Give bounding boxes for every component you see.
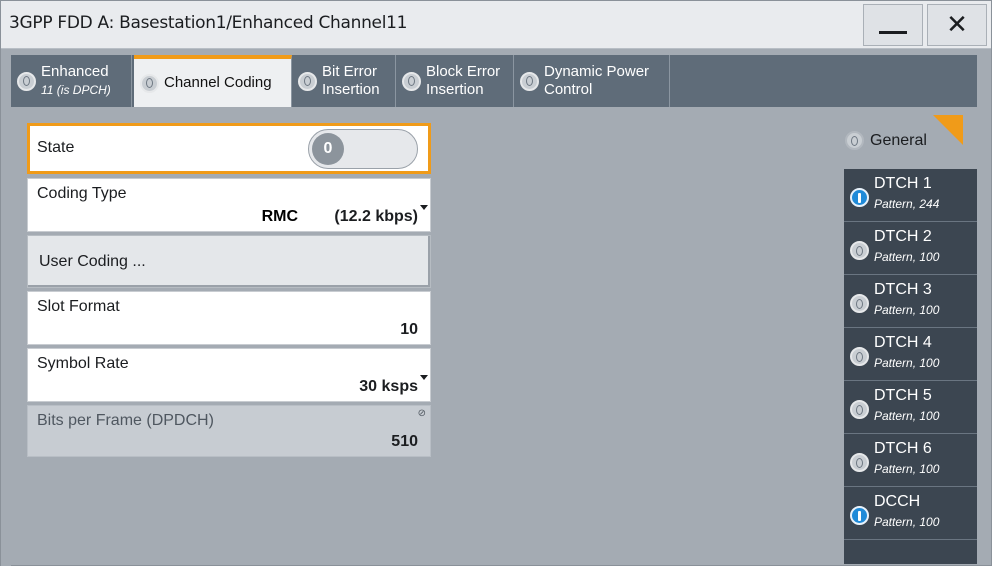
tab-label: Channel Coding <box>164 74 272 91</box>
list-item-sub: Pattern, 100 <box>874 250 940 264</box>
list-item-dtch-2[interactable]: DTCH 2 Pattern, 100 <box>844 222 977 275</box>
left-edge <box>1 49 11 566</box>
list-item-dtch-4[interactable]: DTCH 4 Pattern, 100 <box>844 328 977 381</box>
general-item[interactable]: General <box>845 131 927 150</box>
tab-label: Dynamic Power <box>544 63 650 80</box>
coding-type-select[interactable]: Coding Type RMC (12.2 kbps) <box>27 178 431 232</box>
list-item-dtch-6[interactable]: DTCH 6 Pattern, 100 <box>844 434 977 487</box>
list-item-sub: Pattern, 100 <box>874 356 940 370</box>
focus-corner-icon <box>933 115 963 145</box>
transport-channel-list: DTCH 1 Pattern, 244 DTCH 2 Pattern, 100 … <box>844 169 977 564</box>
dropdown-arrow-icon <box>420 375 428 380</box>
coding-type-rate: (12.2 kbps) <box>334 208 418 225</box>
slot-format-value: 10 <box>400 321 418 338</box>
symbol-rate-select[interactable]: Symbol Rate 30 ksps <box>27 348 431 402</box>
read-only-icon: ⊘ <box>417 408 426 419</box>
list-item-dcch[interactable]: DCCH Pattern, 100 <box>844 487 977 540</box>
radio-off-icon <box>850 453 869 472</box>
general-label: General <box>870 131 927 149</box>
radio-indicator-icon <box>298 71 317 91</box>
list-item-name: DTCH 4 <box>874 334 932 351</box>
list-item-name: DTCH 1 <box>874 175 932 192</box>
coding-type-value: RMC <box>261 208 298 225</box>
symbol-rate-label: Symbol Rate <box>37 355 129 372</box>
list-item-name: DTCH 6 <box>874 440 932 457</box>
close-button[interactable]: ✕ <box>927 4 987 46</box>
content-panel: State 0 Coding Type RMC (12.2 kbps) User… <box>11 111 977 565</box>
radio-indicator-icon <box>845 131 864 150</box>
list-item-name: DCCH <box>874 493 921 510</box>
list-scroll-filler <box>844 540 977 564</box>
bits-per-frame-field: Bits per Frame (DPDCH) ⊘ 510 <box>27 405 431 457</box>
tab-sublabel: Insertion <box>426 81 484 98</box>
radio-indicator-icon <box>402 71 421 91</box>
list-item-dtch-5[interactable]: DTCH 5 Pattern, 100 <box>844 381 977 434</box>
tab-sublabel: 11 (is DPCH) <box>41 83 111 97</box>
radio-indicator-icon <box>520 71 539 91</box>
list-item-sub: Pattern, 100 <box>874 303 940 317</box>
minimize-button[interactable] <box>863 4 923 46</box>
bits-per-frame-value: 510 <box>391 433 418 450</box>
slot-format-field[interactable]: Slot Format 10 <box>27 291 431 345</box>
dialog-window: 3GPP FDD A: Basestation1/Enhanced Channe… <box>0 0 992 566</box>
tab-dynamic-power-control[interactable]: Dynamic Power Control <box>514 55 670 107</box>
list-item-name: DTCH 2 <box>874 228 932 245</box>
tab-label: Block Error <box>426 63 501 80</box>
tab-bar: Enhanced 11 (is DPCH) Channel Coding Bit… <box>11 55 977 107</box>
list-item-sub: Pattern, 244 <box>874 197 940 211</box>
user-coding-button[interactable]: User Coding ... <box>27 235 431 288</box>
coding-type-label: Coding Type <box>37 185 127 202</box>
list-item-name: DTCH 5 <box>874 387 932 404</box>
close-icon: ✕ <box>946 10 968 40</box>
tab-label: Enhanced <box>41 63 109 80</box>
tab-label: Bit Error <box>322 63 378 80</box>
tab-bit-error-insertion[interactable]: Bit Error Insertion <box>292 55 396 107</box>
bits-per-frame-label: Bits per Frame (DPDCH) <box>37 412 214 429</box>
title-bar: 3GPP FDD A: Basestation1/Enhanced Channe… <box>1 1 991 49</box>
list-item-dtch-3[interactable]: DTCH 3 Pattern, 100 <box>844 275 977 328</box>
radio-off-icon <box>850 400 869 419</box>
radio-on-icon <box>850 188 869 207</box>
state-label: State <box>37 139 75 156</box>
toggle-knob: 0 <box>312 133 344 165</box>
tab-sublabel: Control <box>544 81 593 98</box>
tab-block-error-insertion[interactable]: Block Error Insertion <box>396 55 514 107</box>
state-toggle[interactable]: 0 <box>308 129 418 169</box>
symbol-rate-value: 30 ksps <box>359 378 418 395</box>
tab-channel-coding[interactable]: Channel Coding <box>134 55 292 107</box>
user-coding-label: User Coding ... <box>39 253 146 270</box>
list-item-dtch-1[interactable]: DTCH 1 Pattern, 244 <box>844 169 977 222</box>
window-title: 3GPP FDD A: Basestation1/Enhanced Channe… <box>9 13 408 33</box>
dropdown-arrow-icon <box>420 205 428 210</box>
tab-enhanced[interactable]: Enhanced 11 (is DPCH) <box>11 55 132 107</box>
slot-format-label: Slot Format <box>37 298 120 315</box>
state-field: State 0 <box>27 123 431 174</box>
radio-indicator-icon <box>140 73 159 93</box>
list-item-sub: Pattern, 100 <box>874 409 940 423</box>
minimize-icon <box>879 30 907 34</box>
radio-off-icon <box>850 347 869 366</box>
list-item-name: DTCH 3 <box>874 281 932 298</box>
list-item-sub: Pattern, 100 <box>874 515 940 529</box>
radio-indicator-icon <box>17 71 36 91</box>
radio-on-icon <box>850 506 869 525</box>
list-item-sub: Pattern, 100 <box>874 462 940 476</box>
tab-sublabel: Insertion <box>322 81 380 98</box>
radio-off-icon <box>850 241 869 260</box>
radio-off-icon <box>850 294 869 313</box>
